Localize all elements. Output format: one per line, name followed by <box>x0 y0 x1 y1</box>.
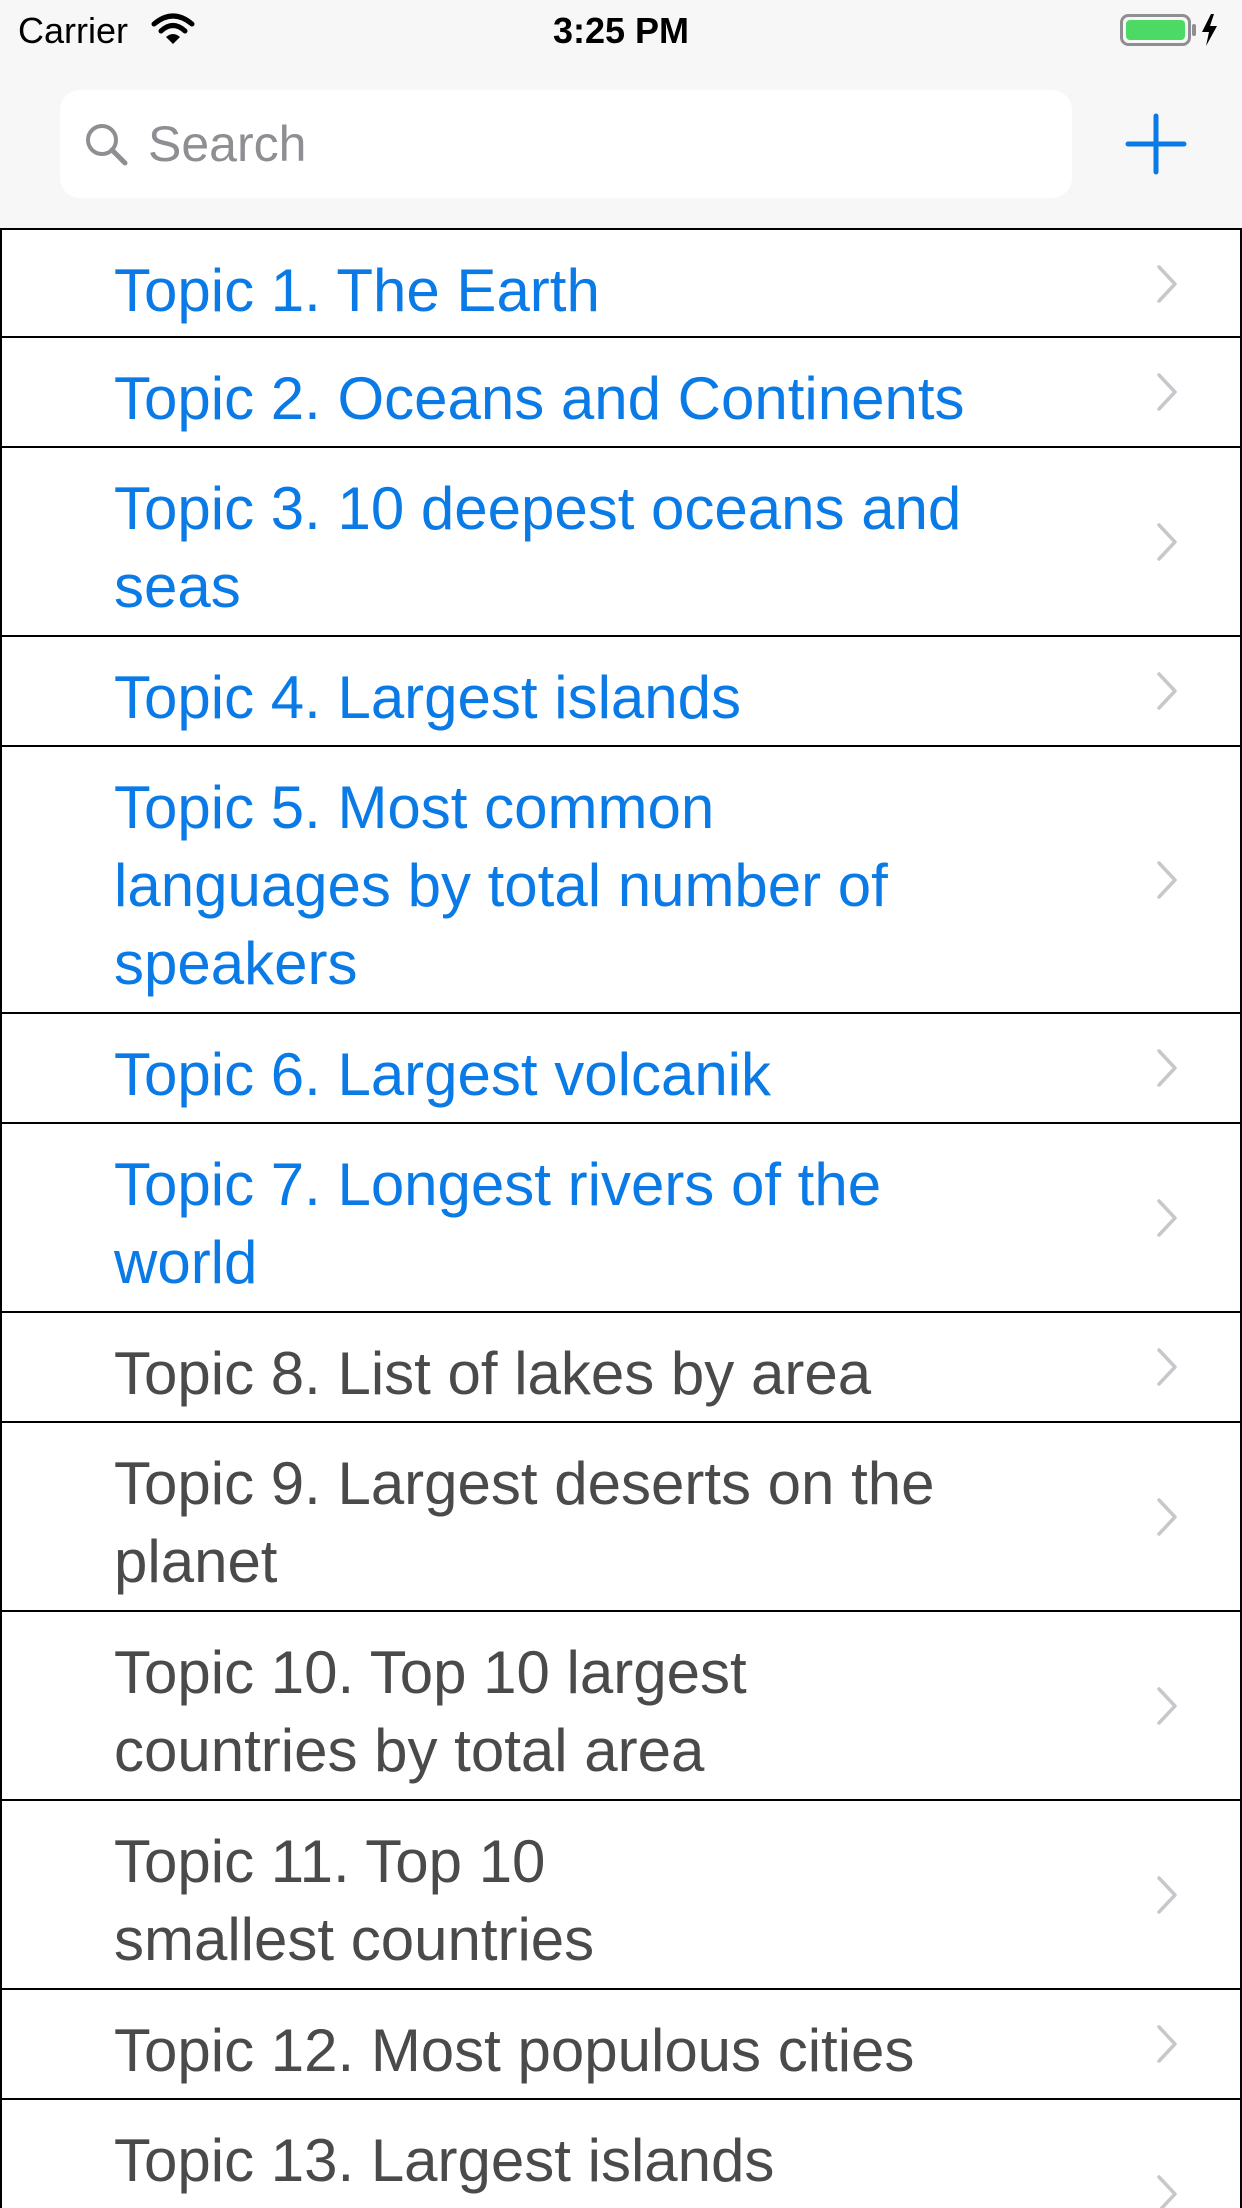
chevron-right-icon <box>1157 1687 1177 1725</box>
chevron-right-icon <box>1157 1876 1177 1914</box>
topic-label: Topic 12. Most populous cities <box>114 2017 915 2084</box>
topic-row[interactable]: Topic 9. Largest deserts on the planet <box>0 1423 1242 1612</box>
topic-row[interactable]: Topic 5. Most common languages by total … <box>0 747 1242 1014</box>
topic-row[interactable]: Topic 3. 10 deepest oceans and seas <box>0 448 1242 637</box>
topic-label: Topic 13. Largest islands <box>114 2127 775 2194</box>
navigation-bar <box>0 62 1242 228</box>
topic-row[interactable]: Topic 11. Top 10 smallest countries <box>0 1801 1242 1990</box>
search-bar[interactable] <box>60 90 1072 198</box>
topic-label: Topic 7. Longest rivers of the world <box>114 1151 882 1296</box>
chevron-right-icon <box>1157 2025 1177 2063</box>
chevron-right-icon <box>1157 265 1177 303</box>
search-input[interactable] <box>148 115 1048 173</box>
topic-label: Topic 3. 10 deepest oceans and seas <box>114 475 962 620</box>
topic-label: Topic 4. Largest islands <box>114 664 742 731</box>
chevron-right-icon <box>1157 672 1177 710</box>
chevron-right-icon <box>1157 1049 1177 1087</box>
topic-label: Topic 10. Top 10 largest countries by to… <box>114 1639 747 1784</box>
chevron-right-icon <box>1157 1348 1177 1386</box>
topic-row[interactable]: Topic 6. Largest volcanik islands <box>0 1014 1242 1186</box>
chevron-right-icon <box>1157 1498 1177 1536</box>
topics-screen: Carrier 3:25 PM Topic 1. The <box>0 0 1242 2208</box>
topic-row[interactable]: Topic 8. List of lakes by area <box>0 1313 1242 1423</box>
topic-row[interactable]: Topic 4. Largest islands <box>0 637 1242 747</box>
topic-label: Topic 9. Largest deserts on the planet <box>114 1450 935 1595</box>
battery-charging-icon <box>1120 14 1217 46</box>
topic-row[interactable]: Topic 12. Most populous cities <box>0 1990 1242 2100</box>
topic-row[interactable]: Topic 7. Longest rivers of the world <box>0 1124 1242 1313</box>
chevron-right-icon <box>1157 1199 1177 1237</box>
add-button[interactable] <box>1120 108 1192 180</box>
chevron-right-icon <box>1157 373 1177 411</box>
topic-row[interactable]: Topic 1. The Earth <box>0 228 1242 338</box>
topic-label: Topic 11. Top 10 smallest countries <box>114 1828 595 1973</box>
search-icon <box>86 124 128 166</box>
status-time: 3:25 PM <box>552 10 690 51</box>
topic-label: Topic 5. Most common languages by total … <box>114 774 888 997</box>
topic-row[interactable]: Topic 2. Oceans and Continents <box>0 338 1242 448</box>
topic-label: Topic 2. Oceans and Continents <box>114 365 965 432</box>
topic-row[interactable]: Topic 13. Largest islands <box>0 2100 1242 2208</box>
topic-list: Topic 1. The Earth Topic 2. Oceans and C… <box>0 228 1242 2208</box>
status-bar: Carrier 3:25 PM <box>0 0 1242 62</box>
chevron-right-icon <box>1157 861 1177 899</box>
chevron-right-icon <box>1157 523 1177 561</box>
topic-row[interactable]: Topic 10. Top 10 largest countries by to… <box>0 1612 1242 1801</box>
topic-label: Topic 1. The Earth <box>114 257 600 324</box>
topic-label: Topic 8. List of lakes by area <box>114 1340 872 1407</box>
chevron-right-icon <box>1157 2175 1177 2208</box>
